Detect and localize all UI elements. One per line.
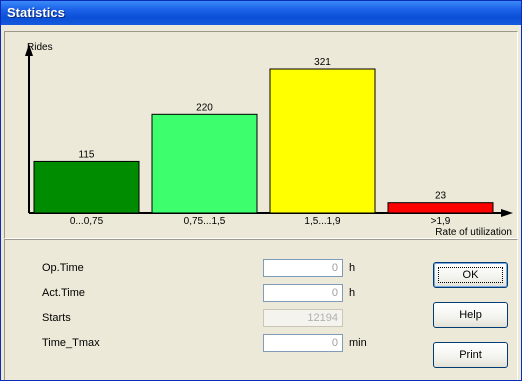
ok-button[interactable]: OK: [433, 262, 508, 288]
bar-3: [269, 68, 376, 214]
op-time-label: Op.Time: [42, 262, 84, 274]
act-time-field[interactable]: 0: [263, 284, 343, 302]
op-time-field[interactable]: 0: [263, 259, 343, 277]
bar-2: [151, 113, 258, 214]
bar-value-label-2: 220: [196, 102, 213, 113]
focus-rect: [438, 267, 503, 283]
bar-value-label-4: 23: [435, 191, 447, 202]
time-tmax-field[interactable]: 0: [263, 334, 343, 352]
statistics-window: Statistics Rides Rate of utilization 115 0.…: [0, 0, 522, 381]
time-tmax-unit: min: [349, 337, 367, 349]
title-bar[interactable]: Statistics: [1, 1, 521, 25]
bar-value-label-3: 321: [314, 57, 331, 68]
print-button-label: Print: [459, 349, 482, 361]
op-time-unit: h: [349, 262, 356, 274]
act-time-label: Act.Time: [42, 287, 85, 299]
help-button[interactable]: Help: [433, 302, 508, 328]
print-button[interactable]: Print: [433, 342, 508, 368]
y-axis-label: Rides: [27, 42, 53, 53]
bar-1: [33, 160, 140, 214]
chart-panel: Rides Rate of utilization 115 0...0,75 220 0,…: [4, 31, 518, 239]
help-button-label: Help: [459, 309, 482, 321]
x-axis-arrow: [501, 209, 513, 217]
starts-label: Starts: [42, 312, 71, 324]
window-title: Statistics: [7, 5, 65, 20]
form-panel: Op.Time 0 h Act.Time 0 h Starts 12194 Ti…: [4, 239, 518, 380]
x-axis-label: Rate of utilization: [435, 227, 512, 238]
bar-4: [387, 202, 494, 214]
time-tmax-label: Time_Tmax: [42, 337, 100, 349]
category-label-3: 1,5...1,9: [304, 216, 341, 227]
bar-value-label-1: 115: [79, 149, 95, 160]
category-label-4: >1,9: [431, 216, 451, 227]
category-label-1: 0...0,75: [70, 216, 104, 227]
act-time-unit: h: [349, 287, 356, 299]
rides-chart: Rides Rate of utilization 115 0...0,75 220 0,…: [25, 42, 513, 238]
starts-field: 12194: [263, 309, 343, 327]
category-label-2: 0,75...1,5: [184, 216, 226, 227]
